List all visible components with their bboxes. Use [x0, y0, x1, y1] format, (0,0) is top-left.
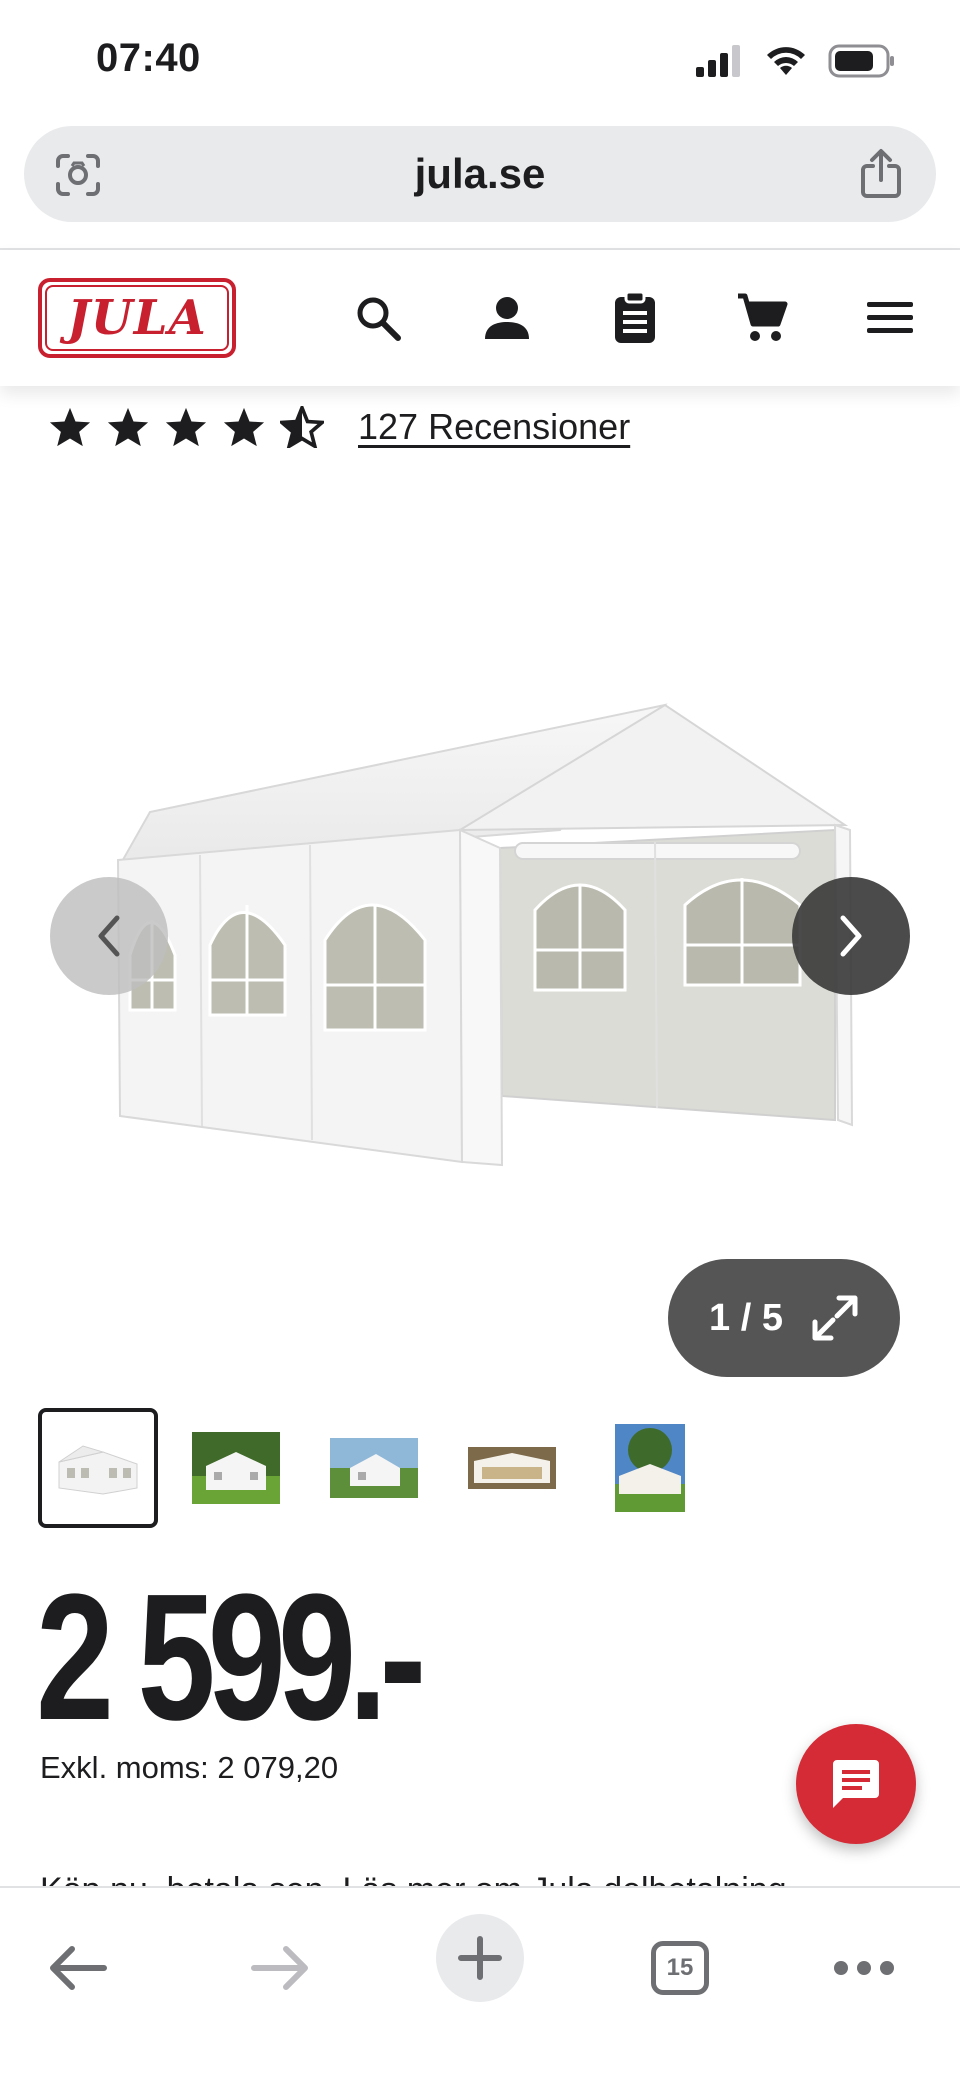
star-icon [165, 407, 207, 447]
chevron-right-icon [840, 915, 862, 957]
tabs-button[interactable]: 15 [640, 1928, 720, 2008]
tabs-count: 15 [666, 1954, 694, 1981]
star-icon [49, 407, 91, 447]
price-exkl-moms: Exkl. moms: 2 079,20 [40, 1750, 339, 1785]
jula-logo[interactable]: JULA [38, 278, 236, 358]
chat-icon [833, 1760, 879, 1808]
address-bar[interactable]: jula.se [24, 126, 936, 222]
status-time: 07:40 [96, 36, 201, 80]
more-button[interactable] [824, 1928, 904, 2008]
chevron-left-icon [98, 915, 120, 957]
image-counter: 1 / 5 [709, 1296, 783, 1339]
site-header: JULA [0, 250, 960, 386]
thumbnail-3[interactable] [314, 1408, 434, 1528]
thumbnail-1[interactable] [38, 1408, 158, 1528]
cart-icon[interactable] [734, 290, 790, 346]
thumbnail-5[interactable] [590, 1408, 710, 1528]
wifi-icon [767, 47, 805, 75]
battery-icon [828, 44, 894, 78]
url-text[interactable]: jula.se [24, 150, 936, 198]
menu-icon[interactable] [862, 290, 918, 346]
logo-text: JULA [67, 290, 207, 346]
account-icon[interactable] [479, 290, 535, 346]
list-icon[interactable] [607, 290, 663, 346]
carousel-prev-button[interactable] [50, 877, 168, 995]
image-counter-fullscreen-button[interactable]: 1 / 5 [668, 1259, 900, 1377]
new-tab-icon [458, 1936, 502, 1980]
expand-icon [812, 1295, 858, 1341]
forward-icon [251, 1946, 308, 1990]
forward-button[interactable] [240, 1928, 320, 2008]
half-star-icon [280, 406, 324, 448]
back-button[interactable] [38, 1928, 118, 2008]
status-icons [696, 44, 896, 78]
chat-button[interactable] [796, 1724, 916, 1844]
tabs-icon: 15 [651, 1941, 709, 1995]
status-bar: 07:40 [0, 0, 960, 120]
payment-info-text[interactable]: Köp nu, betala sen. Läs mer om Jula delb… [40, 1864, 920, 1888]
thumbnail-4[interactable] [452, 1408, 572, 1528]
product-price: 2 599.- [36, 1557, 426, 1758]
more-icon [834, 1961, 894, 1975]
product-image[interactable] [0, 560, 960, 1200]
search-icon[interactable] [350, 290, 406, 346]
signal-icon [696, 45, 740, 77]
star-icon [107, 407, 149, 447]
product-rating: 127 Recensioner [48, 402, 630, 452]
new-tab-button[interactable] [436, 1914, 524, 2002]
star-rating [48, 406, 324, 448]
thumbnail-2[interactable] [176, 1408, 296, 1528]
star-icon [223, 407, 265, 447]
carousel-next-button[interactable] [792, 877, 910, 995]
share-icon[interactable] [858, 148, 904, 205]
reviews-link[interactable]: 127 Recensioner [358, 406, 630, 448]
back-icon [50, 1946, 107, 1990]
browser-toolbar: 15 [0, 1886, 960, 2078]
